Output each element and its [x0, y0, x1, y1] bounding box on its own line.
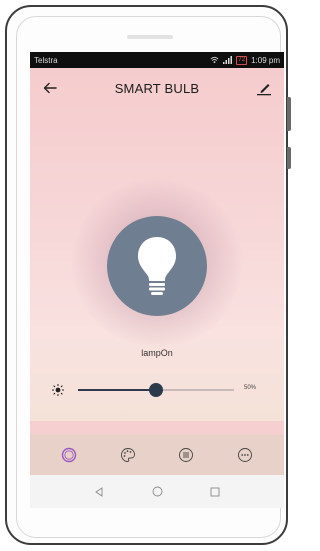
square-recents-icon	[210, 487, 220, 496]
brightness-control: 50%	[30, 378, 284, 402]
arrow-left-icon	[43, 82, 57, 94]
light-bulb-icon	[138, 237, 176, 295]
device-name: lampOn	[141, 348, 173, 358]
app-bar: SMART BULB	[30, 68, 284, 108]
slider-thumb[interactable]	[149, 383, 163, 397]
system-recents-button[interactable]	[205, 482, 225, 502]
main-content: SMART BULB lampOn 50%	[30, 68, 284, 421]
carrier-label: Telstra	[34, 55, 58, 65]
more-icon	[237, 448, 252, 462]
palette-icon	[120, 448, 135, 462]
nav-palette[interactable]	[116, 443, 140, 467]
nav-list[interactable]	[174, 443, 198, 467]
nav-power[interactable]	[57, 443, 81, 467]
triangle-back-icon	[95, 486, 103, 497]
bulb-toggle-button[interactable]	[107, 216, 207, 316]
brightness-icon	[52, 384, 64, 396]
back-button[interactable]	[38, 76, 62, 100]
system-home-button[interactable]	[147, 482, 167, 502]
bottom-nav	[30, 435, 284, 475]
system-back-button[interactable]	[89, 482, 109, 502]
system-nav-bar	[30, 475, 284, 508]
phone-screen: Telstra 72 1:09 pm SMART BULB lampOn 50%	[30, 52, 284, 508]
clock: 1:09 pm	[251, 55, 280, 65]
nav-more[interactable]	[233, 443, 257, 467]
circle-home-icon	[152, 486, 162, 497]
phone-speaker	[127, 35, 173, 39]
brightness-slider[interactable]	[78, 383, 234, 397]
page-title: SMART BULB	[114, 80, 200, 96]
list-icon	[179, 448, 194, 462]
slider-fill	[78, 389, 156, 391]
brightness-value: 50%	[244, 385, 257, 391]
power-icon	[62, 447, 77, 463]
pencil-icon	[257, 84, 271, 96]
signal-icon	[223, 56, 233, 64]
wifi-icon	[210, 56, 219, 64]
status-bar: Telstra 72 1:09 pm	[30, 52, 284, 68]
edit-button[interactable]	[252, 76, 276, 100]
power-side-button	[287, 147, 291, 169]
battery-icon: 72	[236, 55, 248, 65]
volume-button	[287, 97, 291, 131]
